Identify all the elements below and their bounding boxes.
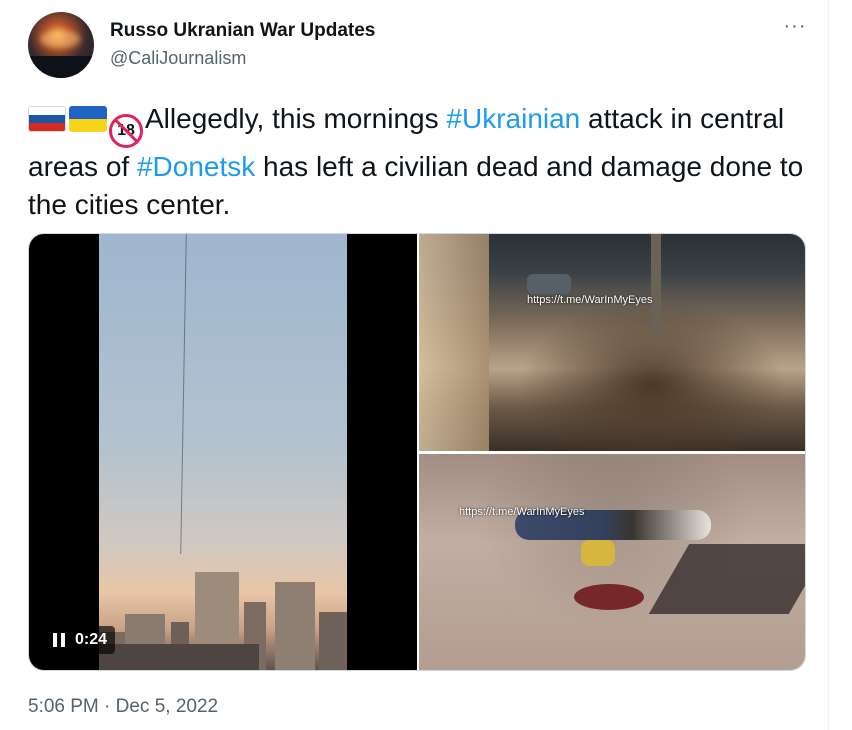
no-one-under-eighteen-icon: 18 bbox=[109, 114, 143, 148]
video-player[interactable]: 0:24 bbox=[29, 234, 417, 670]
hashtag-donetsk[interactable]: #Donetsk bbox=[137, 151, 255, 182]
author-handle[interactable]: @CaliJournalism bbox=[110, 48, 246, 69]
russia-flag-icon bbox=[28, 106, 66, 132]
ukraine-flag-icon bbox=[69, 106, 107, 132]
yellow-bag bbox=[581, 540, 615, 566]
video-power-line bbox=[180, 234, 187, 554]
video-controls: 0:24 bbox=[45, 626, 116, 654]
shadow bbox=[648, 544, 805, 614]
photo-pavement[interactable]: https://t.me/WarInMyEyes bbox=[419, 454, 805, 670]
tweet-text: 18 Allegedly, this mornings #Ukrainian at… bbox=[28, 100, 818, 224]
media-grid: 0:24 https://t.me/WarInMyEyes https://t.… bbox=[28, 233, 806, 671]
more-options-icon[interactable]: ··· bbox=[780, 16, 810, 42]
pole bbox=[651, 234, 661, 332]
avatar[interactable] bbox=[28, 12, 94, 78]
pause-icon[interactable] bbox=[53, 633, 67, 647]
author-name[interactable]: Russo Ukranian War Updates bbox=[110, 20, 375, 42]
timeline-border bbox=[828, 0, 829, 730]
car bbox=[527, 274, 571, 294]
video-cityscape bbox=[99, 562, 347, 670]
tweet-text-part: Allegedly, this mornings bbox=[145, 103, 447, 134]
tweet-timestamp[interactable]: 5:06 PM · Dec 5, 2022 bbox=[28, 696, 218, 718]
photo-watermark: https://t.me/WarInMyEyes bbox=[459, 506, 585, 518]
photo-watermark: https://t.me/WarInMyEyes bbox=[527, 294, 653, 306]
avatar-ground bbox=[28, 56, 94, 78]
hashtag-ukrainian[interactable]: #Ukrainian bbox=[446, 103, 580, 134]
video-duration: 0:24 bbox=[75, 631, 108, 648]
video-frame bbox=[99, 234, 347, 670]
tweet-header: Russo Ukranian War Updates @CaliJournali… bbox=[28, 12, 810, 78]
avatar-fire-glow bbox=[40, 30, 80, 48]
stain bbox=[574, 584, 644, 610]
damaged-wall bbox=[419, 234, 489, 451]
photo-rubble[interactable]: https://t.me/WarInMyEyes bbox=[419, 234, 805, 451]
